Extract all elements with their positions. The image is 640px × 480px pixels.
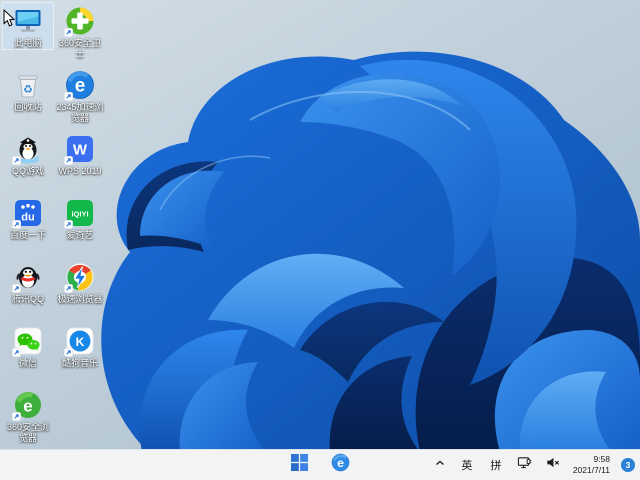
shortcut-arrow-icon [64, 92, 73, 101]
desktop-icon-kugou-music[interactable]: K 酷狗音乐 [54, 322, 106, 370]
desktop-icon-this-pc[interactable]: 此电脑 [2, 2, 54, 50]
desktop-icon-label: 酷狗音乐 [61, 358, 98, 368]
desktop-icon-wechat[interactable]: 微信 [2, 322, 54, 370]
desktop-icon-label: 微信 [18, 358, 37, 368]
browser-e-icon: e [331, 453, 350, 477]
svg-text:♻: ♻ [23, 84, 33, 96]
svg-text:du: du [21, 212, 34, 224]
tencent-qq-icon [12, 261, 44, 293]
desktop-icon-360-safe-guard[interactable]: 360安全卫士 [54, 2, 106, 61]
svg-text:e: e [23, 397, 32, 416]
this-pc-icon [12, 5, 44, 37]
taskbar: e 英 拼 9:58 2021/7/11 3 [0, 449, 640, 480]
desktop-icon-label: 回收站 [14, 102, 42, 112]
svg-text:e: e [75, 76, 86, 97]
desktop-icon-label: 2345加速浏览器 [56, 102, 104, 123]
pinned-browser-button[interactable]: e [328, 452, 354, 478]
shortcut-arrow-icon [12, 220, 21, 229]
ime-pinyin-indicator[interactable]: 拼 [486, 454, 506, 476]
network-button[interactable] [515, 454, 534, 476]
ethernet-network-icon [517, 455, 532, 475]
360-safe-guard-icon [64, 5, 96, 37]
desktop-icon-label: 极速浏览器 [57, 294, 103, 304]
qq-games-icon [12, 133, 44, 165]
desktop-icon-qq-games[interactable]: QQ游戏 [2, 130, 54, 178]
baidu-search-icon: du [12, 197, 44, 229]
iqiyi-icon: iQIYI [64, 197, 96, 229]
desktop-icon-360-safe-browser[interactable]: e 360安全浏览器 [2, 386, 54, 445]
ime-english-indicator[interactable]: 英 [457, 454, 477, 476]
desktop-icon-label: 360安全浏览器 [6, 422, 50, 443]
desktop-icon-iqiyi[interactable]: iQIYI 爱奇艺 [54, 194, 106, 242]
system-tray: 英 拼 9:58 2021/7/11 3 [432, 450, 635, 480]
desktop-icon-label: QQ游戏 [11, 166, 44, 176]
desktop-icon-label: 腾讯QQ [11, 294, 44, 304]
desktop-icon-recycle-bin[interactable]: ♻ 回收站 [2, 66, 54, 114]
speed-browser-icon [64, 261, 96, 293]
clock-date: 2021/7/11 [572, 465, 610, 476]
desktop-icon-label: 百度一下 [9, 230, 46, 240]
wps-2019-icon: W [64, 133, 96, 165]
start-button[interactable] [287, 452, 313, 478]
desktop-icon-label: WPS 2019 [58, 166, 102, 176]
tray-overflow-button[interactable] [432, 454, 448, 476]
desktop-icon-baidu-search[interactable]: du 百度一下 [2, 194, 54, 242]
desktop-icon-label: 爱奇艺 [66, 230, 94, 240]
chevron-up-icon [434, 456, 446, 474]
volume-muted-icon [545, 455, 560, 475]
svg-text:e: e [337, 456, 344, 470]
svg-text:iQIYI: iQIYI [71, 210, 88, 219]
desktop-icon-tencent-qq[interactable]: 腾讯QQ [2, 258, 54, 306]
shortcut-arrow-icon [64, 220, 73, 229]
2345-browser-icon: e [64, 69, 96, 101]
volume-button[interactable] [543, 454, 562, 476]
desktop-icon-2345-browser[interactable]: e 2345加速浏览器 [54, 66, 106, 125]
desktop-icon-speed-browser[interactable]: 极速浏览器 [54, 258, 106, 306]
shortcut-arrow-icon [64, 28, 73, 37]
desktop[interactable]: 此电脑 360安全卫士 ♻ 回收站 e 2345加速浏览器 QQ游戏 W WPS 2019 du 百… [0, 0, 640, 480]
taskbar-clock[interactable]: 9:58 2021/7/11 [571, 454, 612, 476]
kugou-music-icon: K [64, 325, 96, 357]
shortcut-arrow-icon [64, 284, 73, 293]
svg-text:W: W [73, 142, 88, 159]
shortcut-arrow-icon [64, 348, 73, 357]
clock-time: 9:58 [593, 454, 610, 464]
desktop-icon-wps-2019[interactable]: W WPS 2019 [54, 130, 106, 178]
desktop-icon-grid: 此电脑 360安全卫士 ♻ 回收站 e 2345加速浏览器 QQ游戏 W WPS 2019 du 百… [0, 0, 120, 450]
recycle-bin-icon: ♻ [12, 69, 44, 101]
notification-badge[interactable]: 3 [621, 458, 635, 472]
shortcut-arrow-icon [12, 156, 21, 165]
svg-text:K: K [76, 335, 85, 349]
shortcut-arrow-icon [64, 156, 73, 165]
shortcut-arrow-icon [12, 348, 21, 357]
360-safe-browser-icon: e [12, 389, 44, 421]
desktop-icon-label: 360安全卫士 [58, 38, 102, 59]
shortcut-arrow-icon [12, 284, 21, 293]
windows-logo-icon [291, 454, 308, 476]
wechat-icon [12, 325, 44, 357]
shortcut-arrow-icon [12, 412, 21, 421]
desktop-icon-label: 此电脑 [14, 38, 42, 48]
